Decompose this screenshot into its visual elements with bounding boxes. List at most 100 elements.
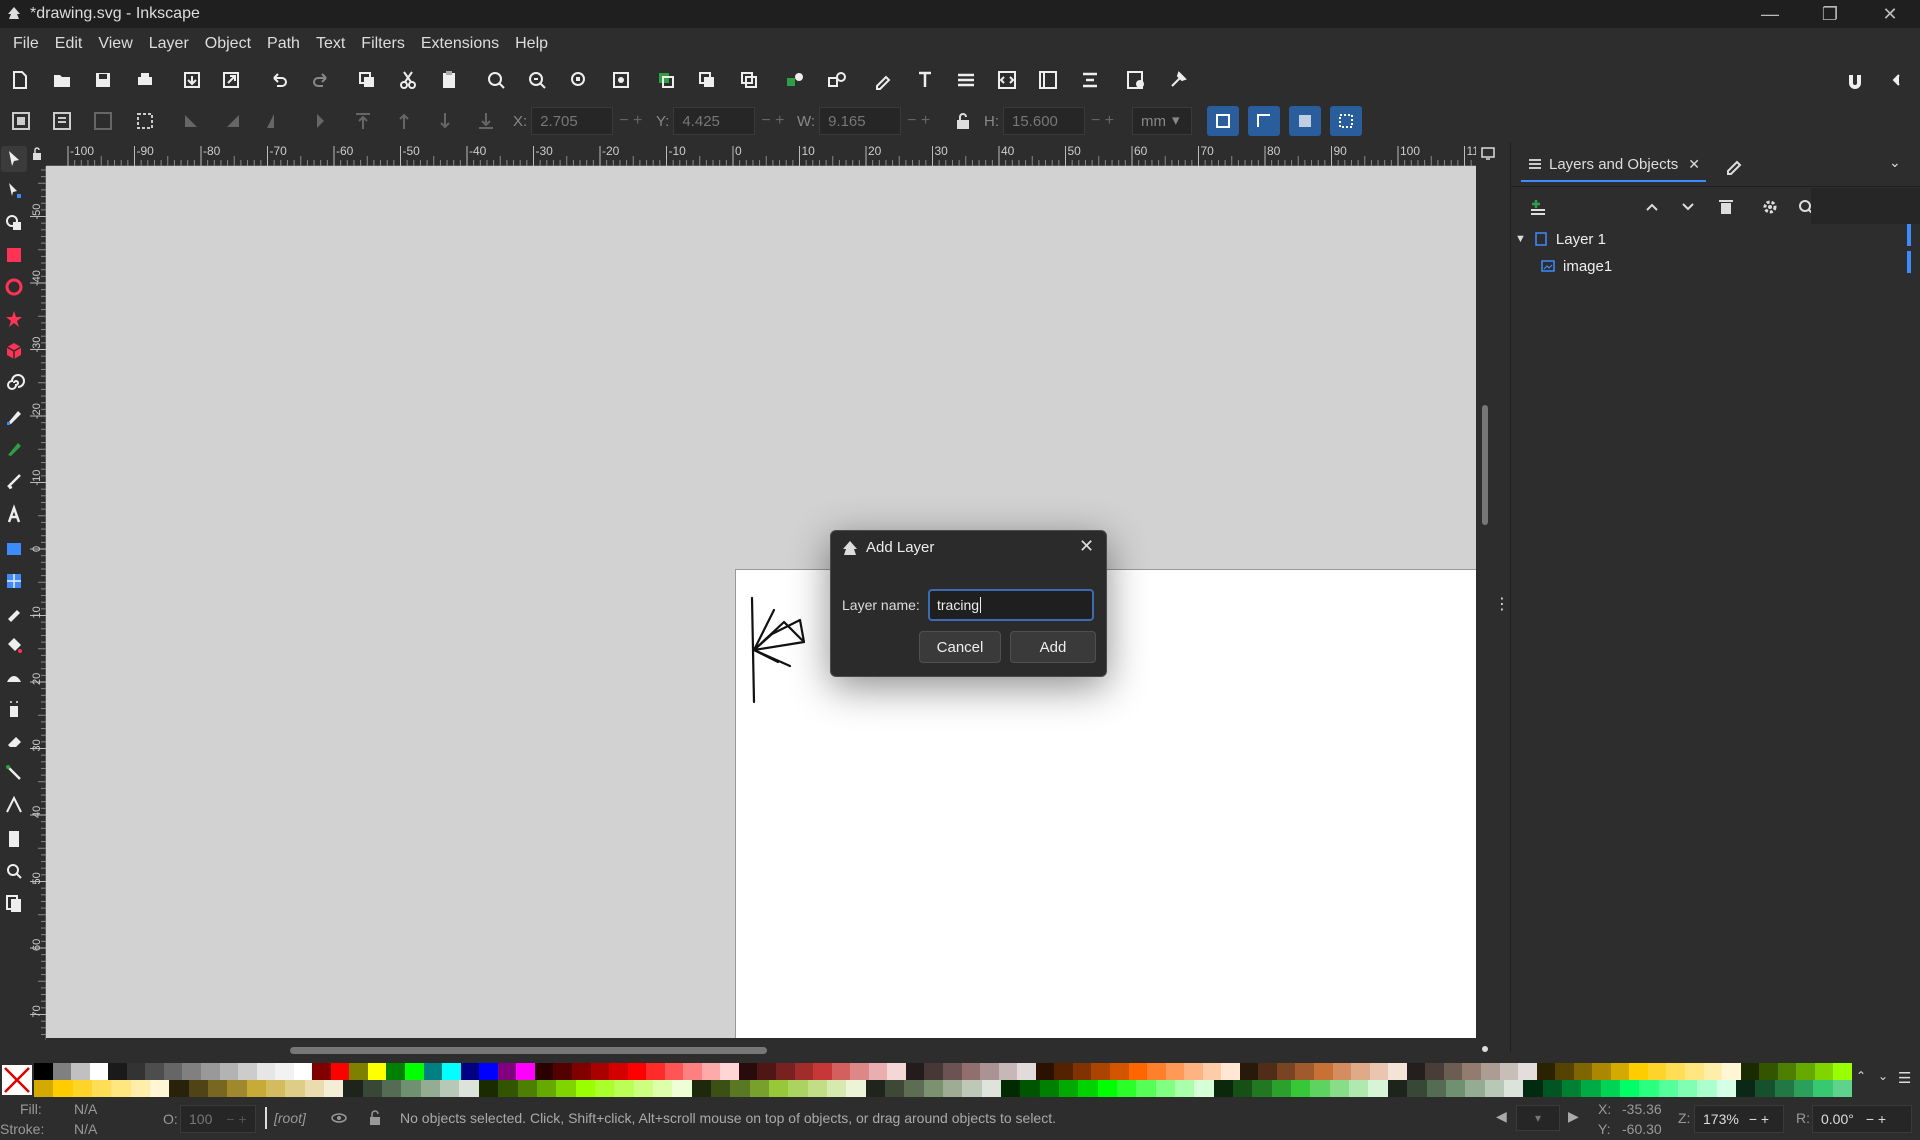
search-input[interactable] [1811,188,1920,224]
color-swatch[interactable] [145,1063,165,1080]
menu-view[interactable]: View [91,35,139,53]
group-icon[interactable] [782,67,808,93]
color-swatch[interactable] [710,1080,731,1097]
color-swatch[interactable] [1035,1063,1055,1080]
color-swatch[interactable] [1832,1080,1853,1097]
color-swatch[interactable] [1239,1063,1259,1080]
color-swatch[interactable] [34,1080,54,1097]
scale-stroke-toggle[interactable] [1207,106,1239,136]
touch-select-icon[interactable] [132,108,158,134]
tracing-image-drawing[interactable] [744,590,844,730]
color-swatch[interactable] [633,1080,654,1097]
color-swatch[interactable] [1194,1080,1215,1097]
color-swatch[interactable] [691,1080,712,1097]
color-swatch[interactable] [89,1063,109,1080]
color-swatch[interactable] [1703,1063,1723,1080]
cancel-button[interactable]: Cancel [919,631,1001,663]
color-swatch[interactable] [1388,1063,1408,1080]
color-swatch[interactable] [1155,1080,1176,1097]
color-swatch[interactable] [1072,1063,1092,1080]
color-swatch[interactable] [826,1080,847,1097]
color-swatch[interactable] [1480,1063,1501,1080]
move-down-icon[interactable] [1677,196,1699,218]
color-swatch[interactable] [1658,1080,1679,1097]
snap-popover-icon[interactable] [1884,67,1910,93]
close-window-button[interactable]: ✕ [1860,0,1920,28]
menu-extensions[interactable]: Extensions [414,35,506,53]
select-all-layers-icon[interactable] [49,108,75,134]
color-swatch[interactable] [998,1063,1018,1080]
color-swatch[interactable] [324,1080,344,1097]
move-up-icon[interactable] [1641,196,1663,218]
menu-text[interactable]: Text [309,35,352,53]
deselect-icon[interactable] [90,108,116,134]
color-swatch[interactable] [1445,1080,1466,1097]
color-swatch[interactable] [53,1080,74,1097]
display-mode-icon[interactable] [1476,142,1510,166]
color-swatch[interactable] [627,1063,647,1080]
paint-bucket-tool-icon[interactable] [1,632,27,658]
color-swatch[interactable] [459,1080,480,1097]
color-swatch[interactable] [961,1063,981,1080]
copy-icon[interactable] [354,67,380,93]
color-swatch[interactable] [497,1063,517,1080]
color-swatch[interactable] [1647,1063,1667,1080]
new-document-icon[interactable] [7,67,33,93]
zoom-selection-icon[interactable] [483,67,509,93]
ruler-lock-icon[interactable] [28,142,46,166]
color-swatch[interactable] [130,1080,151,1097]
no-paint-swatch[interactable] [2,1065,32,1095]
color-swatch[interactable] [868,1063,888,1080]
color-swatch[interactable] [182,1063,202,1080]
rotation-input[interactable]: 0.00° − + [1812,1105,1912,1133]
tab-layers-objects[interactable]: Layers and Objects ✕ [1521,148,1706,182]
transform-patterns-toggle[interactable] [1330,106,1362,136]
h-stepper[interactable]: − + [1091,112,1114,130]
dock-handle-icon[interactable]: ⋮ [1494,594,1510,614]
color-swatch[interactable] [386,1063,406,1080]
color-swatch[interactable] [1097,1080,1118,1097]
color-swatch[interactable] [943,1063,963,1080]
layer-name-input[interactable]: tracing [928,589,1094,621]
color-swatch[interactable] [664,1063,684,1080]
color-swatch[interactable] [738,1063,758,1080]
color-swatch[interactable] [1387,1080,1408,1097]
mesh-tool-icon[interactable] [1,568,27,594]
color-swatch[interactable] [1368,1080,1389,1097]
color-swatch[interactable] [1184,1063,1204,1080]
color-swatch[interactable] [794,1063,814,1080]
color-swatch[interactable] [1128,1063,1148,1080]
zoom-tool-icon[interactable] [1,858,27,884]
color-swatch[interactable] [349,1063,369,1080]
palette-menu-icon[interactable]: ☰ [1898,1069,1911,1087]
menu-layer[interactable]: Layer [142,35,196,53]
y-input[interactable]: 4.425 [673,107,756,135]
lower-to-bottom-icon[interactable] [473,108,499,134]
color-swatch[interactable] [1503,1080,1524,1097]
delete-icon[interactable] [1715,196,1737,218]
color-swatch[interactable] [980,1063,1000,1080]
snapping-icon[interactable] [1842,67,1868,93]
color-swatch[interactable] [285,1080,306,1097]
fill-stroke-icon[interactable] [870,67,896,93]
color-swatch[interactable] [1109,1063,1129,1080]
zoom-input[interactable]: 173% − + [1694,1105,1784,1133]
vertical-ruler[interactable]: -60-50-40-30-20-10010203040506070 [28,137,46,1075]
unit-select[interactable]: mm ▾ [1128,107,1192,135]
color-swatch[interactable] [1536,1063,1556,1080]
color-swatch[interactable] [1639,1080,1660,1097]
add-button[interactable]: Add [1010,631,1096,663]
layer-lock-icon[interactable] [366,1109,384,1127]
color-swatch[interactable] [92,1080,112,1097]
color-swatch[interactable] [72,1080,93,1097]
color-swatch[interactable] [1252,1080,1273,1097]
menu-file[interactable]: File [6,35,46,53]
color-swatch[interactable] [330,1063,350,1080]
color-swatch[interactable] [850,1063,870,1080]
dialog-close-icon[interactable]: ✕ [1079,536,1094,557]
color-swatch[interactable] [536,1080,557,1097]
canvas[interactable] [46,166,1476,1038]
spiral-tool-icon[interactable] [1,370,27,396]
palette-scroll-up-icon[interactable]: ⌃ [1856,1069,1866,1083]
color-swatch[interactable] [238,1063,258,1080]
